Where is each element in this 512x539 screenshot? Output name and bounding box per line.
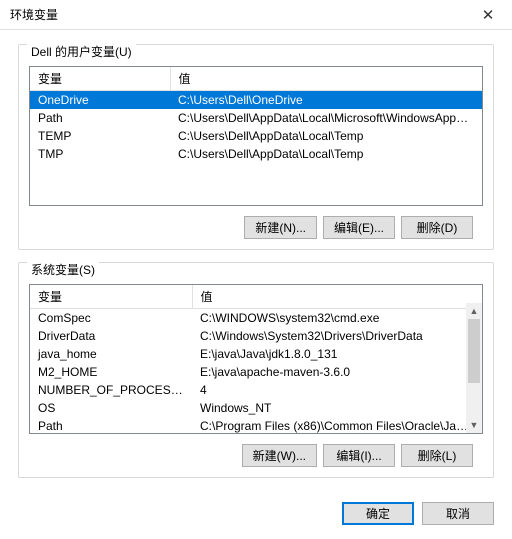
cancel-button[interactable]: 取消 bbox=[422, 502, 494, 525]
var-name-cell: OS bbox=[30, 399, 192, 417]
user-delete-button[interactable]: 删除(D) bbox=[401, 216, 473, 239]
var-name-cell: Path bbox=[30, 417, 192, 434]
user-new-button[interactable]: 新建(N)... bbox=[244, 216, 317, 239]
var-value-cell: C:\Users\Dell\AppData\Local\Microsoft\Wi… bbox=[170, 109, 482, 127]
var-name-cell: Path bbox=[30, 109, 170, 127]
table-row[interactable]: TEMPC:\Users\Dell\AppData\Local\Temp bbox=[30, 127, 482, 145]
user-variables-table[interactable]: 变量 值 OneDriveC:\Users\Dell\OneDrivePathC… bbox=[29, 66, 483, 206]
var-value-cell: C:\Users\Dell\AppData\Local\Temp bbox=[170, 145, 482, 163]
user-button-row: 新建(N)... 编辑(E)... 删除(D) bbox=[29, 206, 483, 239]
sys-header-value[interactable]: 值 bbox=[192, 285, 482, 309]
table-row[interactable]: DriverDataC:\Windows\System32\Drivers\Dr… bbox=[30, 327, 482, 345]
var-value-cell: E:\java\Java\jdk1.8.0_131 bbox=[192, 345, 482, 363]
scroll-thumb[interactable] bbox=[468, 319, 480, 383]
system-variables-group: 系统变量(S) 变量 值 ComSpecC:\WINDOWS\system32\… bbox=[18, 262, 494, 478]
system-group-label: 系统变量(S) bbox=[27, 261, 99, 278]
var-value-cell: E:\java\apache-maven-3.6.0 bbox=[192, 363, 482, 381]
table-row[interactable]: OSWindows_NT bbox=[30, 399, 482, 417]
system-variables-table[interactable]: 变量 值 ComSpecC:\WINDOWS\system32\cmd.exeD… bbox=[29, 284, 483, 434]
user-group-label: Dell 的用户变量(U) bbox=[27, 43, 136, 60]
dialog-footer: 确定 取消 bbox=[0, 492, 512, 539]
user-header-value[interactable]: 值 bbox=[170, 67, 482, 91]
system-scrollbar[interactable]: ▲ ▼ bbox=[466, 303, 482, 433]
system-new-button[interactable]: 新建(W)... bbox=[242, 444, 317, 467]
var-value-cell: C:\Windows\System32\Drivers\DriverData bbox=[192, 327, 482, 345]
ok-button[interactable]: 确定 bbox=[342, 502, 414, 525]
var-value-cell: C:\Program Files (x86)\Common Files\Orac… bbox=[192, 417, 482, 434]
user-header-name[interactable]: 变量 bbox=[30, 67, 170, 91]
var-name-cell: DriverData bbox=[30, 327, 192, 345]
table-row[interactable]: java_homeE:\java\Java\jdk1.8.0_131 bbox=[30, 345, 482, 363]
var-value-cell: C:\WINDOWS\system32\cmd.exe bbox=[192, 309, 482, 328]
var-value-cell: C:\Users\Dell\OneDrive bbox=[170, 91, 482, 110]
table-row[interactable]: PathC:\Program Files (x86)\Common Files\… bbox=[30, 417, 482, 434]
scroll-down-icon[interactable]: ▼ bbox=[466, 417, 482, 433]
system-button-row: 新建(W)... 编辑(I)... 删除(L) bbox=[29, 434, 483, 467]
table-row[interactable]: PathC:\Users\Dell\AppData\Local\Microsof… bbox=[30, 109, 482, 127]
scroll-track[interactable] bbox=[466, 319, 482, 417]
content: Dell 的用户变量(U) 变量 值 OneDriveC:\Users\Dell… bbox=[0, 30, 512, 492]
var-name-cell: NUMBER_OF_PROCESSORS bbox=[30, 381, 192, 399]
table-row[interactable]: M2_HOMEE:\java\apache-maven-3.6.0 bbox=[30, 363, 482, 381]
titlebar: 环境变量 ✕ bbox=[0, 0, 512, 30]
var-value-cell: C:\Users\Dell\AppData\Local\Temp bbox=[170, 127, 482, 145]
var-name-cell: TEMP bbox=[30, 127, 170, 145]
var-name-cell: TMP bbox=[30, 145, 170, 163]
var-value-cell: Windows_NT bbox=[192, 399, 482, 417]
window-title: 环境变量 bbox=[10, 6, 58, 23]
var-value-cell: 4 bbox=[192, 381, 482, 399]
var-name-cell: OneDrive bbox=[30, 91, 170, 110]
table-row[interactable]: ComSpecC:\WINDOWS\system32\cmd.exe bbox=[30, 309, 482, 328]
sys-header-name[interactable]: 变量 bbox=[30, 285, 192, 309]
user-variables-group: Dell 的用户变量(U) 变量 值 OneDriveC:\Users\Dell… bbox=[18, 44, 494, 250]
system-edit-button[interactable]: 编辑(I)... bbox=[323, 444, 395, 467]
var-name-cell: M2_HOME bbox=[30, 363, 192, 381]
table-row[interactable]: OneDriveC:\Users\Dell\OneDrive bbox=[30, 91, 482, 110]
user-edit-button[interactable]: 编辑(E)... bbox=[323, 216, 395, 239]
table-row[interactable]: TMPC:\Users\Dell\AppData\Local\Temp bbox=[30, 145, 482, 163]
var-name-cell: ComSpec bbox=[30, 309, 192, 328]
scroll-up-icon[interactable]: ▲ bbox=[466, 303, 482, 319]
close-icon[interactable]: ✕ bbox=[472, 3, 504, 27]
system-delete-button[interactable]: 删除(L) bbox=[401, 444, 473, 467]
table-row[interactable]: NUMBER_OF_PROCESSORS4 bbox=[30, 381, 482, 399]
var-name-cell: java_home bbox=[30, 345, 192, 363]
